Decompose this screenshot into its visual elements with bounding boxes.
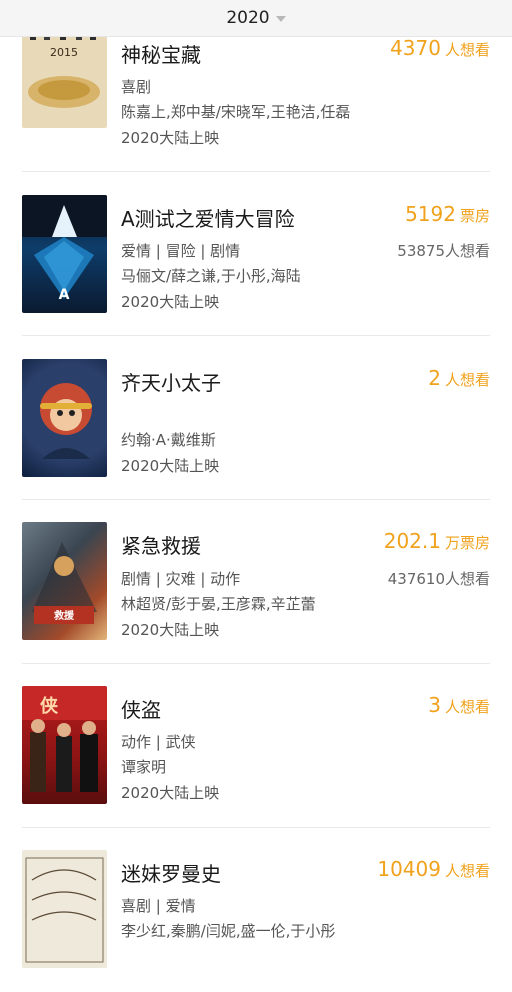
movie-cast: 谭家明 [121,758,167,776]
year-label: 2020 [226,8,270,28]
want-count: 4370 人想看 [390,36,490,60]
movie-release: 2020大陆上映 [121,621,220,639]
movie-poster[interactable] [22,850,107,968]
box-office: 202.1 万票房 [384,529,490,553]
svg-text:A: A [59,287,70,303]
movie-poster[interactable]: 侠 [22,686,107,804]
movie-genres: 爱情 | 冒险 | 剧情 [121,242,241,260]
movie-poster[interactable]: A [22,195,107,313]
stat-unit: 票房 [459,207,490,225]
stat-unit: 人想看 [444,698,490,716]
movie-title[interactable]: 迷妹罗曼史 [121,858,221,887]
year-filter-bar: 2020 [0,0,512,37]
movie-cast: 陈嘉上,郑中基/宋晓军,王艳洁,任磊 [121,103,351,121]
svg-text:救援: 救援 [54,609,75,622]
list-item[interactable]: 救援 紧急救援 202.1 万票房 剧情 | 灾难 | 动作 437610人想看 … [0,500,512,664]
want-count: 3 人想看 [428,693,490,717]
stat-number: 10409 [377,857,441,881]
movie-genres: 喜剧 [121,78,152,96]
movie-release: 2020大陆上映 [121,784,220,802]
list-item[interactable]: A A测试之爱情大冒险 5192 票房 爱情 | 冒险 | 剧情 53875人想看… [0,172,512,336]
stat-unit: 万票房 [444,534,490,552]
want-count: 2 人想看 [428,366,490,390]
svg-text:侠: 侠 [40,695,59,717]
want-count: 437610人想看 [387,570,490,588]
stat-number: 202.1 [383,529,441,553]
movie-release: 2020大陆上映 [121,457,220,475]
want-count: 53875人想看 [397,242,490,260]
movie-genres: 喜剧 | 爱情 [121,897,196,915]
stat-unit: 人想看 [444,41,490,59]
movie-cast: 约翰·A·戴维斯 [121,431,216,449]
movie-title[interactable]: 侠盗 [121,694,161,723]
movie-cast: 林超贤/彭于晏,王彦霖,辛芷蕾 [121,595,316,613]
movie-title[interactable]: A测试之爱情大冒险 [121,203,295,232]
list-item[interactable]: 迷妹罗曼史 10409 人想看 喜剧 | 爱情 李少红,秦鹏/闫妮,盛一伦,于小彤 [0,828,512,992]
want-count: 10409 人想看 [377,857,490,881]
movie-poster[interactable]: 救援 [22,522,107,640]
movie-release: 2020大陆上映 [121,129,220,147]
movie-release: 2020大陆上映 [121,293,220,311]
list-item[interactable]: 齐天小太子 2 人想看 约翰·A·戴维斯 2020大陆上映 [0,336,512,500]
movie-cast: 李少红,秦鹏/闫妮,盛一伦,于小彤 [121,922,336,940]
svg-text:2015: 2015 [50,46,78,59]
stat-number: 3 [428,693,441,717]
movie-genres: 动作 | 武侠 [121,733,196,751]
stat-unit: 人想看 [444,862,490,880]
stat-number: 2 [428,366,441,390]
movie-title[interactable]: 紧急救援 [121,530,201,559]
stat-number: 5192 [405,202,456,226]
movie-poster[interactable] [22,359,107,477]
stat-unit: 人想看 [444,371,490,389]
box-office: 5192 票房 [405,202,490,226]
stat-number: 4370 [390,36,441,60]
list-item[interactable]: 侠 侠盗 3 人想看 动作 | 武侠 谭家明 2020大陆上映 [0,664,512,828]
year-dropdown[interactable]: 2020 [226,8,286,28]
movie-genres: 剧情 | 灾难 | 动作 [121,570,241,588]
chevron-down-icon [275,16,286,22]
movie-title[interactable]: 齐天小太子 [121,367,221,396]
movie-cast: 马俪文/薛之谦,于小彤,海陆 [121,267,301,285]
movie-title[interactable]: 神秘宝藏 [121,39,201,68]
